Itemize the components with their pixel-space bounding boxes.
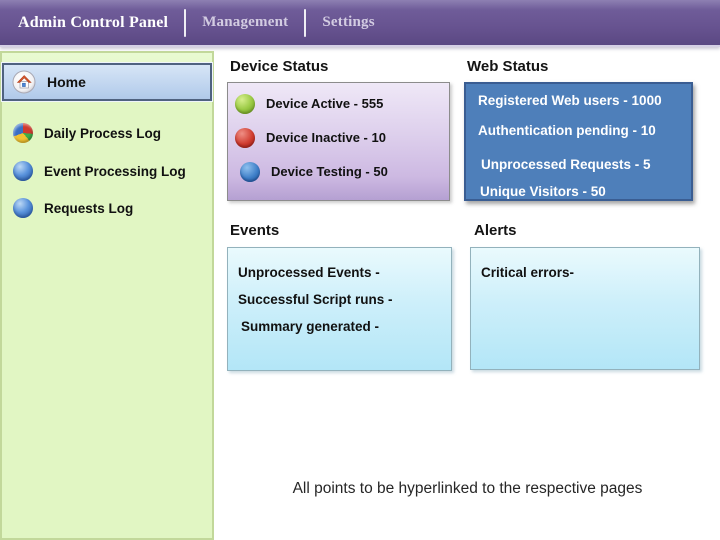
sidebar-item-daily-process-log[interactable]: Daily Process Log bbox=[13, 121, 161, 145]
device-status-panel: Device Active - 555 Device Inactive - 10… bbox=[227, 82, 450, 201]
blue-sphere-icon bbox=[13, 198, 33, 218]
sidebar: Home Daily Process Log Event Processing … bbox=[0, 51, 214, 540]
sidebar-item-event-processing-log[interactable]: Event Processing Log bbox=[13, 159, 186, 183]
sidebar-item-label: Event Processing Log bbox=[44, 164, 186, 179]
green-status-dot-icon bbox=[235, 94, 255, 114]
sidebar-item-label: Home bbox=[47, 74, 86, 90]
menu-divider bbox=[184, 9, 186, 37]
top-navigation-bar: Admin Control Panel Management Settings bbox=[0, 0, 720, 47]
sidebar-item-label: Daily Process Log bbox=[44, 126, 161, 141]
red-status-dot-icon bbox=[235, 128, 255, 148]
app-title: Admin Control Panel bbox=[18, 14, 168, 32]
device-inactive-link[interactable]: Device Inactive - 10 bbox=[235, 126, 449, 149]
summary-generated-link[interactable]: Summary generated - bbox=[238, 319, 451, 336]
menu-item-management[interactable]: Management bbox=[202, 14, 288, 31]
blue-sphere-icon bbox=[13, 161, 33, 181]
pie-chart-icon bbox=[13, 123, 33, 143]
menu-item-settings[interactable]: Settings bbox=[322, 14, 374, 31]
web-status-header: Web Status bbox=[467, 58, 548, 75]
admin-control-panel-screen: Admin Control Panel Management Settings bbox=[0, 0, 720, 540]
authentication-pending-link[interactable]: Authentication pending - 10 bbox=[478, 123, 691, 140]
registered-web-users-link[interactable]: Registered Web users - 1000 bbox=[478, 93, 691, 110]
sidebar-item-home[interactable]: Home bbox=[2, 63, 212, 101]
unprocessed-requests-link[interactable]: Unprocessed Requests - 5 bbox=[478, 157, 691, 174]
web-status-panel: Registered Web users - 1000 Authenticati… bbox=[464, 82, 693, 201]
successful-script-runs-link[interactable]: Successful Script runs - bbox=[238, 292, 451, 309]
critical-errors-link[interactable]: Critical errors- bbox=[481, 265, 699, 282]
menu-divider bbox=[304, 9, 306, 37]
device-testing-link[interactable]: Device Testing - 50 bbox=[235, 160, 449, 183]
blue-status-dot-icon bbox=[240, 162, 260, 182]
sidebar-item-label: Requests Log bbox=[44, 201, 133, 216]
unique-visitors-link[interactable]: Unique Visitors - 50 bbox=[478, 184, 691, 201]
device-status-header: Device Status bbox=[230, 58, 328, 75]
events-header: Events bbox=[230, 222, 279, 239]
footer-note: All points to be hyperlinked to the resp… bbox=[215, 480, 720, 498]
device-active-link[interactable]: Device Active - 555 bbox=[235, 92, 449, 115]
alerts-header: Alerts bbox=[474, 222, 517, 239]
sidebar-item-requests-log[interactable]: Requests Log bbox=[13, 196, 133, 220]
unprocessed-events-link[interactable]: Unprocessed Events - bbox=[238, 265, 451, 282]
alerts-panel: Critical errors- bbox=[470, 247, 700, 370]
events-panel: Unprocessed Events - Successful Script r… bbox=[227, 247, 452, 371]
home-icon bbox=[12, 70, 36, 94]
